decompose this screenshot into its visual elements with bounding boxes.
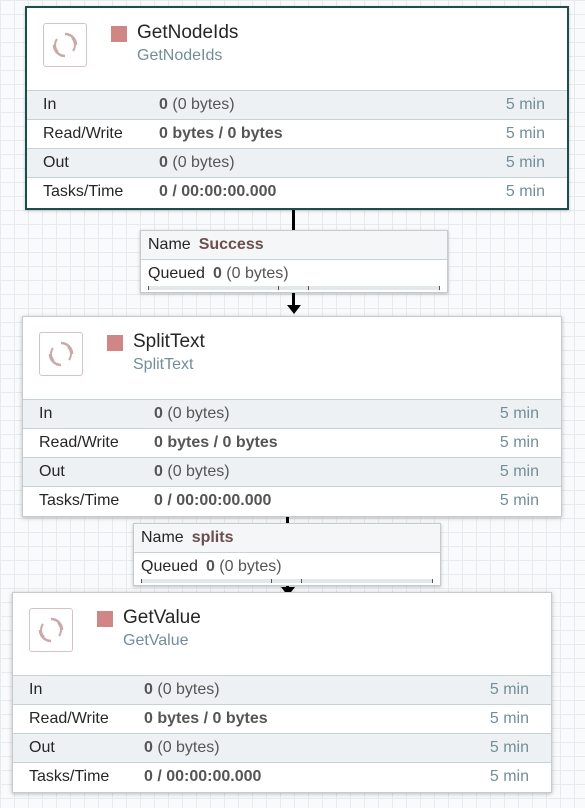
processor-getvalue[interactable]: GetValue GetValue In 0 (0 bytes) 5 min R… [12, 592, 552, 793]
processor-header: GetValue GetValue [13, 593, 551, 675]
processor-stats: In 0 (0 bytes) 5 min Read/Write 0 bytes … [13, 675, 551, 791]
stat-label: Out [39, 463, 65, 480]
processor-stats: In 0 (0 bytes) 5 min Read/Write 0 bytes … [23, 399, 561, 515]
stat-value: 0 / 00:00:00.000 [154, 492, 272, 509]
stat-time: 5 min [499, 492, 539, 509]
stat-label: Out [43, 154, 69, 171]
queue-bar [301, 579, 433, 583]
stat-value: 0 (0 bytes) [154, 463, 230, 480]
stat-time: 5 min [499, 405, 539, 422]
connection-queued-row: Queued 0 (0 bytes) [134, 553, 440, 583]
stat-label: In [29, 681, 43, 698]
queue-bar [278, 286, 309, 290]
stat-label: Read/Write [43, 125, 123, 142]
stat-label: Tasks/Time [43, 183, 124, 200]
processor-name: GetValue [123, 607, 201, 628]
queued-size: (0 bytes) [219, 558, 282, 575]
stat-value: 0 / 00:00:00.000 [144, 768, 262, 785]
processor-icon [43, 23, 87, 67]
connection-queued-key: Queued [141, 558, 198, 575]
stat-label: Tasks/Time [29, 768, 110, 785]
stat-row-in: In 0 (0 bytes) 5 min [27, 91, 567, 120]
stat-value: 0 / 00:00:00.000 [159, 183, 277, 200]
stat-value: 0 bytes / 0 bytes [159, 125, 283, 142]
stat-row-out: Out 0 (0 bytes) 5 min [27, 149, 567, 178]
processor-header: SplitText SplitText [23, 317, 561, 399]
connection-queued-row: Queued 0 (0 bytes) [141, 260, 447, 290]
connection-name-key: Name [141, 529, 184, 546]
processor-type: GetValue [123, 632, 189, 649]
stat-value: 0 bytes / 0 bytes [154, 434, 278, 451]
processor-header: GetNodeIds GetNodeIds [27, 8, 567, 90]
processor-stats: In 0 (0 bytes) 5 min Read/Write 0 bytes … [27, 90, 567, 206]
queue-bar [271, 579, 302, 583]
stat-time: 5 min [505, 125, 545, 142]
stat-value: 0 (0 bytes) [159, 96, 235, 113]
processor-icon [39, 332, 83, 376]
processor-splittext[interactable]: SplitText SplitText In 0 (0 bytes) 5 min… [22, 316, 562, 517]
stat-row-tasks: Tasks/Time 0 / 00:00:00.000 5 min [27, 178, 567, 206]
processor-name: GetNodeIds [137, 22, 239, 43]
stat-time: 5 min [499, 463, 539, 480]
connection-label-success[interactable]: Name Success Queued 0 (0 bytes) [140, 230, 448, 293]
queue-bars [148, 284, 440, 290]
stopped-status-icon [107, 335, 123, 351]
queued-count: 0 [205, 558, 215, 575]
stat-label: In [43, 96, 57, 113]
stat-time: 5 min [505, 154, 545, 171]
stat-label: Read/Write [29, 710, 109, 727]
queued-size: (0 bytes) [226, 265, 289, 282]
connection-name-key: Name [148, 236, 191, 253]
stat-time: 5 min [489, 710, 529, 727]
stopped-status-icon [111, 26, 127, 42]
queued-count: 0 [212, 265, 222, 282]
connection-name-row: Name Success [141, 231, 447, 260]
stat-label: Out [29, 739, 55, 756]
stat-row-readwrite: Read/Write 0 bytes / 0 bytes 5 min [27, 120, 567, 149]
stopped-status-icon [97, 611, 113, 627]
stat-time: 5 min [499, 434, 539, 451]
stat-time: 5 min [489, 739, 529, 756]
stat-time: 5 min [489, 768, 529, 785]
stat-row-in: In 0 (0 bytes) 5 min [13, 676, 551, 705]
stat-value: 0 bytes / 0 bytes [144, 710, 268, 727]
queue-bars [141, 577, 433, 583]
connection-label-splits[interactable]: Name splits Queued 0 (0 bytes) [133, 523, 441, 586]
stat-time: 5 min [489, 681, 529, 698]
stat-value: 0 (0 bytes) [144, 681, 220, 698]
stat-value: 0 (0 bytes) [144, 739, 220, 756]
stat-label: Read/Write [39, 434, 119, 451]
stat-label: Tasks/Time [39, 492, 120, 509]
stat-time: 5 min [505, 183, 545, 200]
processor-getnodeids[interactable]: GetNodeIds GetNodeIds In 0 (0 bytes) 5 m… [25, 6, 569, 210]
stat-row-out: Out 0 (0 bytes) 5 min [23, 458, 561, 487]
queue-bar [148, 286, 279, 290]
stat-row-readwrite: Read/Write 0 bytes / 0 bytes 5 min [23, 429, 561, 458]
queue-bar [308, 286, 440, 290]
processor-icon [29, 608, 73, 652]
stat-row-out: Out 0 (0 bytes) 5 min [13, 734, 551, 763]
connection-name: splits [191, 529, 234, 546]
stat-row-in: In 0 (0 bytes) 5 min [23, 400, 561, 429]
connection-name: Success [198, 236, 264, 253]
stat-value: 0 (0 bytes) [159, 154, 235, 171]
connection-name-row: Name splits [134, 524, 440, 553]
processor-type: GetNodeIds [137, 47, 223, 64]
stat-row-tasks: Tasks/Time 0 / 00:00:00.000 5 min [23, 487, 561, 515]
processor-type: SplitText [133, 356, 194, 373]
stat-value: 0 (0 bytes) [154, 405, 230, 422]
queue-bar [141, 579, 272, 583]
stat-time: 5 min [505, 96, 545, 113]
stat-row-readwrite: Read/Write 0 bytes / 0 bytes 5 min [13, 705, 551, 734]
connection-queued-key: Queued [148, 265, 205, 282]
arrow-down-icon [287, 305, 301, 314]
stat-row-tasks: Tasks/Time 0 / 00:00:00.000 5 min [13, 763, 551, 791]
processor-name: SplitText [133, 331, 205, 352]
stat-label: In [39, 405, 53, 422]
